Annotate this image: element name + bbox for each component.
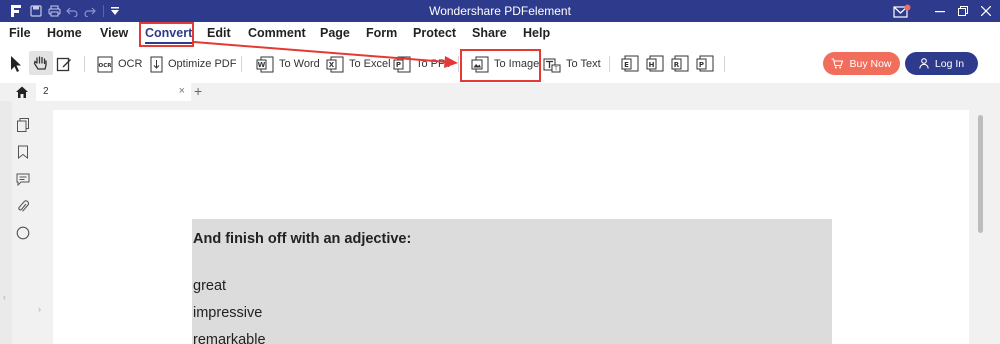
annotation-arrow: [193, 41, 458, 68]
